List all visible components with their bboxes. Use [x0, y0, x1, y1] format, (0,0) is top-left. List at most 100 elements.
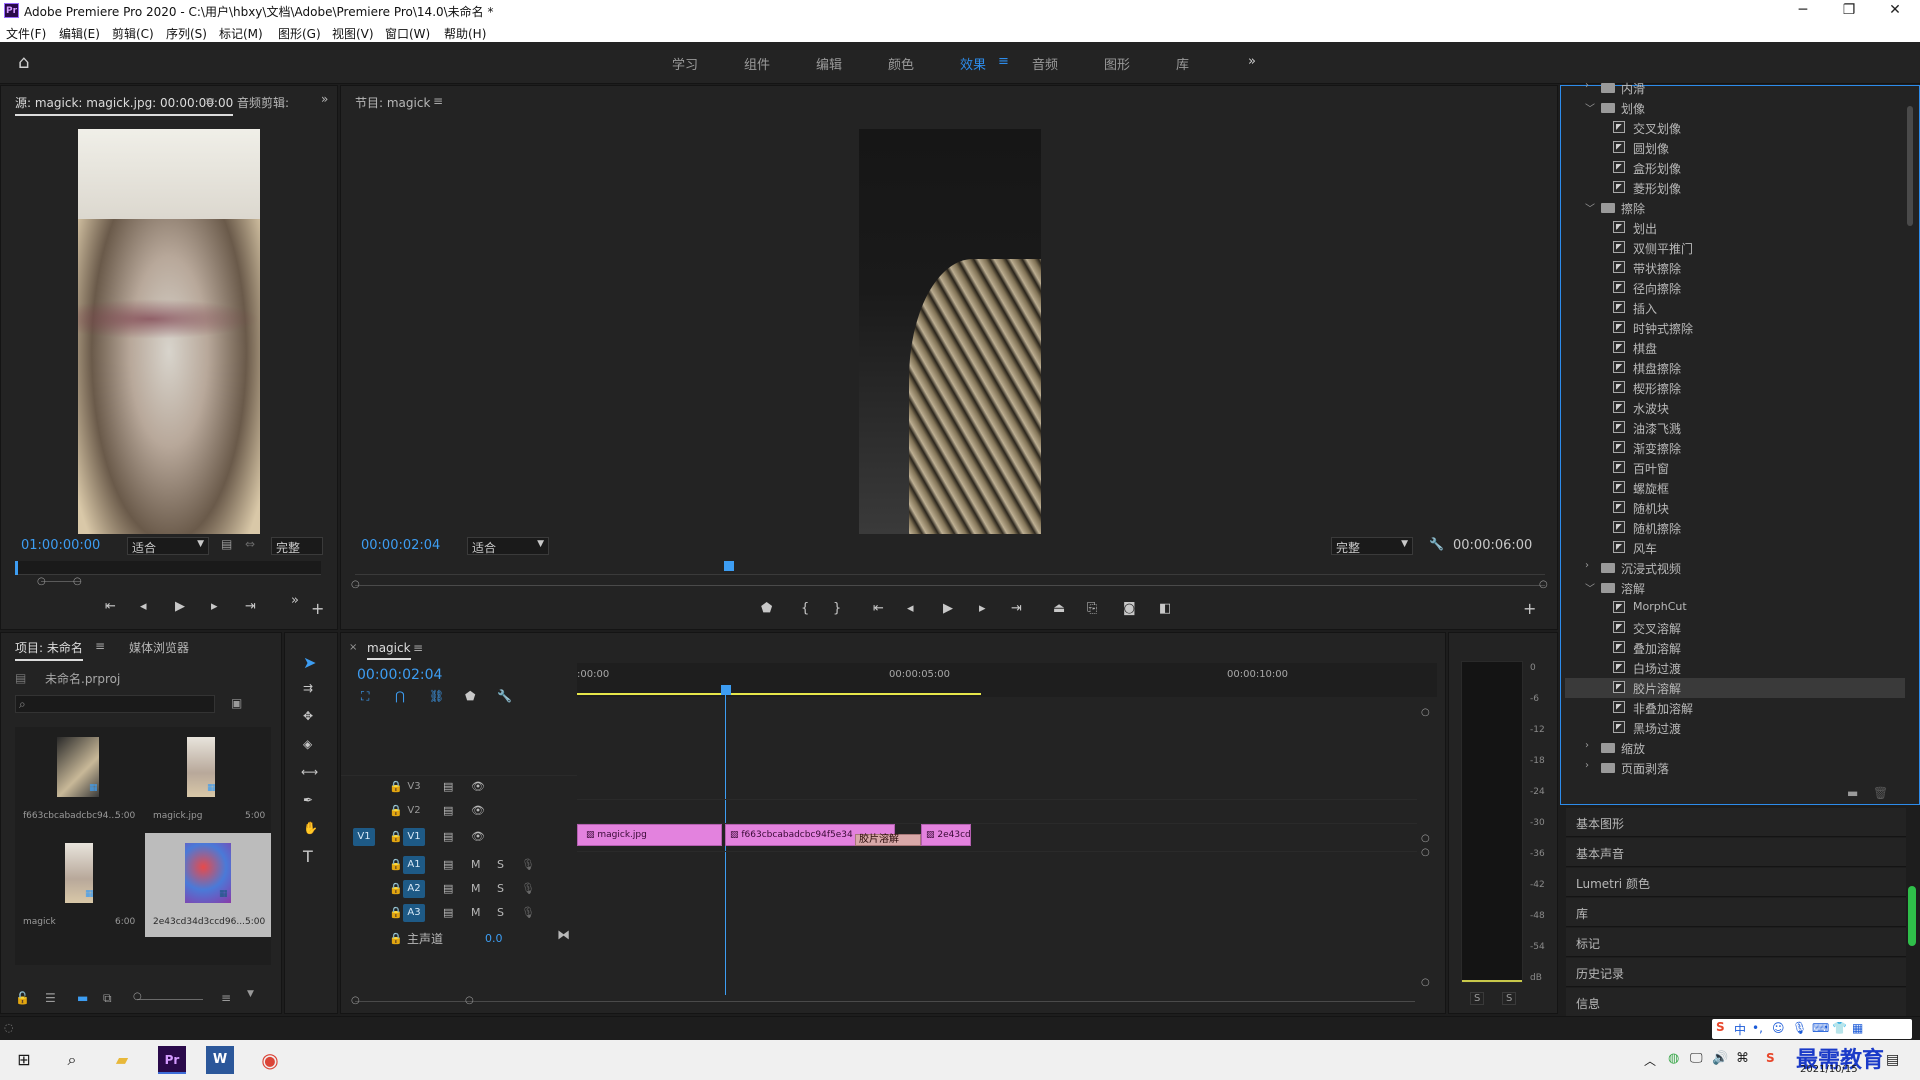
- list-view-icon[interactable]: ☰: [45, 991, 56, 1005]
- zoom-handle-left-icon[interactable]: ○: [37, 576, 46, 587]
- new-bin-icon[interactable]: ▬: [1847, 786, 1858, 800]
- effect-item[interactable]: 叠加溶解: [1565, 638, 1905, 658]
- effect-item[interactable]: 油漆飞溅: [1565, 418, 1905, 438]
- lock-icon[interactable]: 🔒: [389, 882, 403, 895]
- pen-tool-icon[interactable]: ✒: [303, 793, 313, 807]
- play-icon[interactable]: ▶: [175, 599, 185, 614]
- lock-icon[interactable]: 🔒: [389, 804, 403, 817]
- eye-icon[interactable]: 👁: [471, 804, 485, 817]
- linked-selection-icon[interactable]: ⛓: [429, 689, 444, 703]
- home-icon[interactable]: ⌂: [18, 52, 29, 73]
- source-playhead[interactable]: [15, 561, 18, 575]
- chevron-right-icon[interactable]: ›: [1585, 740, 1589, 751]
- workspace-editing[interactable]: 编辑: [816, 54, 842, 73]
- side-panel-header[interactable]: 基本声音: [1566, 838, 1906, 867]
- project-item-selected[interactable]: ▦ 2e43cd34d3ccd96... 5:00: [145, 833, 271, 937]
- effect-item[interactable]: 百叶窗: [1565, 458, 1905, 478]
- snap-icon[interactable]: ⋂: [395, 689, 405, 703]
- menu-window[interactable]: 窗口(W): [385, 25, 430, 42]
- network-icon[interactable]: 🖵: [1690, 1051, 1703, 1066]
- effect-item[interactable]: 随机擦除: [1565, 518, 1905, 538]
- solo-right-button[interactable]: S: [1502, 992, 1517, 1005]
- work-area-bar[interactable]: [577, 693, 981, 695]
- step-forward-icon[interactable]: ▸: [979, 601, 986, 616]
- tab-menu-icon[interactable]: ≡: [95, 639, 105, 653]
- sync-lock-icon[interactable]: ▤: [443, 858, 453, 871]
- wrench-icon[interactable]: 🔧: [1429, 537, 1444, 551]
- type-tool-icon[interactable]: T: [303, 847, 313, 866]
- menu-sequence[interactable]: 序列(S): [166, 25, 207, 42]
- more-workspaces-icon[interactable]: »: [1248, 54, 1256, 69]
- sync-lock-icon[interactable]: ▤: [443, 882, 453, 895]
- source-quality-dropdown[interactable]: 完整: [271, 537, 323, 555]
- menu-graphics[interactable]: 图形(G): [278, 25, 321, 42]
- effect-item[interactable]: 白场过渡: [1565, 658, 1905, 678]
- solo-button[interactable]: S: [497, 882, 504, 895]
- side-panel-header[interactable]: Lumetri 颜色: [1566, 868, 1906, 897]
- vscroll-audio-top-icon[interactable]: ○: [1421, 847, 1430, 858]
- menu-help[interactable]: 帮助(H): [444, 25, 486, 42]
- tray-chevron-icon[interactable]: ︿: [1644, 1052, 1656, 1069]
- chevron-right-icon[interactable]: ›: [1585, 560, 1589, 571]
- effect-item[interactable]: 交叉溶解: [1565, 618, 1905, 638]
- tab-project[interactable]: 项目: 未命名: [15, 639, 83, 661]
- track-a3[interactable]: A3: [403, 904, 425, 922]
- sort-icon[interactable]: ≡: [221, 991, 231, 1005]
- search-icon[interactable]: ⌕: [58, 1046, 86, 1074]
- tab-sequence[interactable]: magick: [367, 641, 411, 660]
- master-volume-value[interactable]: 0.0: [485, 932, 503, 945]
- skin-icon[interactable]: 👕: [1832, 1021, 1847, 1035]
- chevron-down-icon[interactable]: ﹀: [1585, 200, 1595, 215]
- workspace-menu-icon[interactable]: ≡: [998, 54, 1009, 69]
- side-panel-header[interactable]: 信息: [1566, 988, 1906, 1017]
- chevron-down-icon[interactable]: ▼: [247, 989, 254, 999]
- notification-icon[interactable]: ▤: [1886, 1052, 1899, 1068]
- menu-edit[interactable]: 编辑(E): [59, 25, 100, 42]
- track-a1[interactable]: A1: [403, 856, 425, 874]
- slip-tool-icon[interactable]: ⟷: [301, 765, 318, 779]
- microphone-icon[interactable]: 🎙: [521, 906, 535, 919]
- source-timecode[interactable]: 01:00:00:00: [21, 538, 100, 553]
- workspace-audio[interactable]: 音频: [1032, 54, 1058, 73]
- eye-icon[interactable]: 👁: [471, 780, 485, 793]
- export-frame-icon[interactable]: ◙: [1123, 601, 1136, 616]
- chevron-down-icon[interactable]: ﹀: [1585, 100, 1595, 115]
- effect-item[interactable]: 棋盘: [1565, 338, 1905, 358]
- side-panel-header[interactable]: 历史记录: [1566, 958, 1906, 987]
- effect-item[interactable]: 双侧平推门: [1565, 238, 1905, 258]
- mute-button[interactable]: M: [471, 858, 481, 871]
- hand-tool-icon[interactable]: ✋: [303, 821, 318, 835]
- timeline-playhead-handle[interactable]: [721, 685, 731, 695]
- track-a2[interactable]: A2: [403, 880, 425, 898]
- time-ruler[interactable]: :00:00 00:00:05:00 00:00:10:00: [577, 663, 1437, 697]
- zoom-handle-right-icon[interactable]: ○: [73, 576, 82, 587]
- effect-item[interactable]: 菱形划像: [1565, 178, 1905, 198]
- project-item[interactable]: ▦ magick 6:00: [15, 833, 141, 937]
- program-scrubber[interactable]: [355, 561, 1545, 575]
- new-bin-icon[interactable]: ▣: [231, 696, 242, 710]
- zoom-handle-right-icon[interactable]: ○: [1539, 579, 1548, 590]
- effect-folder[interactable]: › 内滑: [1565, 78, 1905, 98]
- side-panel-header[interactable]: 库: [1566, 898, 1906, 927]
- tray-app-icon[interactable]: ◍: [1668, 1051, 1679, 1066]
- menu-marker[interactable]: 标记(M): [219, 25, 263, 42]
- hzoom-left-icon[interactable]: ○: [351, 995, 360, 1006]
- menu-view[interactable]: 视图(V): [332, 25, 374, 42]
- effect-item[interactable]: 楔形擦除: [1565, 378, 1905, 398]
- ime-mode[interactable]: 中: [1734, 1021, 1746, 1038]
- source-patch-v1[interactable]: V1: [353, 828, 375, 846]
- add-button-icon[interactable]: +: [1523, 599, 1536, 618]
- effect-folder[interactable]: › 沉浸式视频: [1565, 558, 1905, 578]
- minimize-icon[interactable]: ─: [1780, 0, 1826, 22]
- transition-film-dissolve[interactable]: 胶片溶解: [855, 834, 921, 846]
- side-scrollbar[interactable]: [1908, 886, 1916, 946]
- sogou-tray-icon[interactable]: S: [1766, 1051, 1775, 1065]
- chevron-right-icon[interactable]: ›: [1585, 80, 1589, 91]
- selection-tool-icon[interactable]: ➤: [303, 653, 316, 672]
- zoom-handle-left-icon[interactable]: ○: [351, 579, 360, 590]
- track-v1[interactable]: V1: [403, 828, 425, 846]
- track-select-tool-icon[interactable]: ⇉: [303, 681, 313, 695]
- tab-menu-icon[interactable]: ≡: [205, 94, 215, 108]
- effect-item[interactable]: 插入: [1565, 298, 1905, 318]
- effect-item[interactable]: 水波块: [1565, 398, 1905, 418]
